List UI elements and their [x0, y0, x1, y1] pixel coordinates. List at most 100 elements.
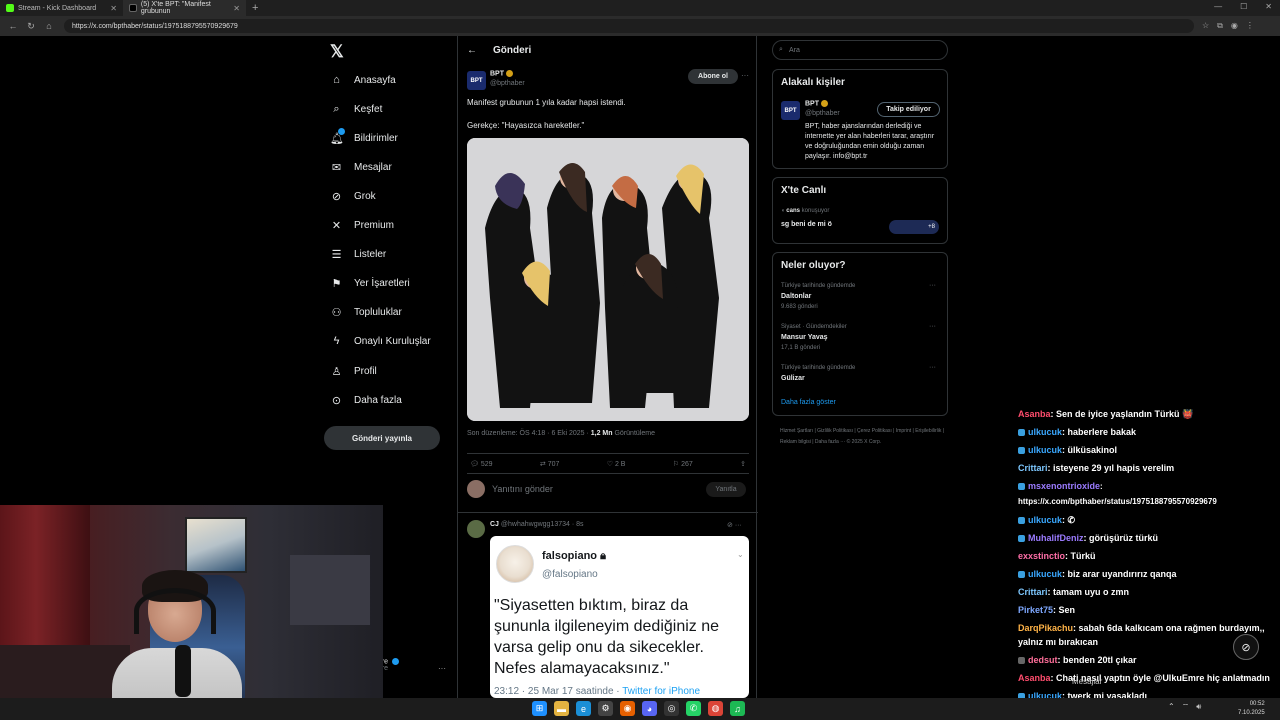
nav-messages[interactable]: ✉ Mesajlar [330, 161, 392, 174]
repost-action[interactable]: ⇄ 707 [540, 460, 560, 468]
nav-communities[interactable]: ⚇ Topluluklar [330, 306, 402, 319]
chat-text: : Türkü [1065, 551, 1096, 561]
edge-icon[interactable]: e [576, 701, 591, 716]
footer-links[interactable]: Hizmet Şartları | Gizlilik Politikası | … [780, 426, 945, 448]
reply-action[interactable]: 💬︎ 529 [470, 460, 493, 468]
nav-bookmarks[interactable]: ⚑ Yer İşaretleri [330, 277, 410, 290]
new-tab-button[interactable]: + [252, 2, 258, 14]
avatar[interactable] [467, 520, 485, 538]
x-logo-icon[interactable]: 𝕏 [330, 42, 344, 62]
quoted-screenshot[interactable]: falsopiano 🔒︎ @falsopiano ⌄ "Siyasetten … [490, 536, 749, 698]
live-host-name[interactable]: cans [786, 208, 800, 214]
tab-kick-dashboard[interactable]: Stream - Kick Dashboard ✕ [0, 0, 123, 16]
related-name[interactable]: BPT [805, 100, 828, 107]
star-icon[interactable]: ☆ [1202, 21, 1209, 31]
repost-icon: ⇄ [539, 460, 546, 468]
window-controls: — ☐ ✕ [1214, 2, 1272, 11]
nav-verified-orgs[interactable]: ϟ Onaylı Kuruluşlar [330, 335, 431, 347]
back-icon[interactable]: ← [8, 21, 18, 31]
nav-notifications[interactable]: 🔔︎ Bildirimler [330, 128, 398, 145]
grok-icon[interactable]: ⊘ [727, 522, 733, 529]
more-options-icon[interactable]: ··· [929, 364, 936, 371]
subscribe-button[interactable]: Abone ol [688, 69, 738, 84]
close-window-icon[interactable]: ✕ [1265, 2, 1272, 11]
extension-icon[interactable]: ⧉ [1217, 21, 1223, 31]
reply-input[interactable]: Yanıtını gönder [492, 484, 553, 494]
sub-badge-icon [1018, 429, 1025, 437]
share-icon[interactable]: ⇪ [740, 460, 746, 468]
chevron-up-icon[interactable]: ⌃ [1168, 702, 1175, 712]
quoted-handle: @falsopiano [542, 569, 598, 580]
close-tab-icon[interactable]: ✕ [110, 4, 117, 13]
live-listeners[interactable]: +8 [889, 220, 939, 234]
bookmark-action[interactable]: ⚐ 267 [673, 460, 693, 468]
nav-home[interactable]: ⌂ Anasayfa [330, 74, 396, 86]
like-action[interactable]: ♡ 2 B [607, 460, 626, 468]
maximize-icon[interactable]: ☐ [1240, 2, 1247, 11]
back-arrow-icon[interactable]: ← [467, 45, 477, 56]
reply-button[interactable]: Yanıtla [706, 482, 746, 497]
close-tab-icon[interactable]: ✕ [233, 4, 240, 13]
file-explorer-icon[interactable]: ▬ [554, 701, 569, 716]
minimize-icon[interactable]: — [1214, 2, 1222, 11]
post-timestamp[interactable]: Son düzenleme: ÖS 4:18 · 6 Eki 2025 · [467, 430, 591, 437]
volume-icon[interactable]: 🔊︎ [1196, 702, 1201, 712]
discord-icon[interactable]: ◕ [642, 701, 657, 716]
nav-grok[interactable]: ⊘ Grok [330, 190, 376, 203]
url-field[interactable]: https://x.com/bpthaber/status/1975188795… [64, 19, 1194, 33]
whatsapp-icon[interactable]: ✆ [686, 701, 701, 716]
chat-message: msxenontrioxide: https://x.com/bpthaber/… [1018, 479, 1280, 509]
avatar[interactable]: BPT [467, 71, 486, 90]
settings-gear-icon[interactable]: ⚙ [598, 701, 613, 716]
person-icon: ♙ [331, 366, 342, 378]
grok-icon: ⊘ [331, 191, 342, 203]
more-options-icon[interactable]: ··· [741, 71, 749, 80]
avatar[interactable]: BPT [781, 101, 800, 120]
nav-lists[interactable]: ☰ Listeler [330, 248, 387, 261]
group-photo-image [467, 138, 749, 421]
more-options-icon[interactable]: ··· [735, 522, 742, 529]
x-favicon-icon [129, 4, 137, 12]
profile-icon[interactable]: ◉ [1231, 21, 1238, 31]
system-clock[interactable]: 00:52 7.10.2025 [1238, 700, 1265, 718]
menu-icon[interactable]: ⋮ [1246, 21, 1254, 31]
show-more-link[interactable]: Daha fazla göster [781, 399, 836, 406]
post-photo[interactable] [467, 138, 749, 421]
nav-profile[interactable]: ♙ Profil [330, 365, 377, 378]
following-button[interactable]: Takip ediliyor [877, 102, 940, 117]
live-space-title[interactable]: sg beni de mi ö [781, 221, 832, 228]
chat-input-label[interactable]: Mesajlar [1072, 677, 1102, 686]
chat-text: : ülküsakinol [1062, 445, 1118, 455]
browser-tab-strip: Stream - Kick Dashboard ✕ (5) X'te BPT: … [0, 0, 1280, 16]
more-options-icon[interactable]: ··· [929, 282, 936, 289]
reload-icon[interactable]: ↻ [26, 21, 36, 32]
trend-category: Türkiye tarihinde gündemde [781, 283, 856, 289]
chat-username: ulkucuk [1028, 569, 1063, 579]
chrome-icon[interactable]: ◍ [708, 701, 723, 716]
network-icon[interactable]: ⌔ [1182, 702, 1190, 712]
chat-message: Asanba: Sen de iyice yaşlandın Türkü 👹 [1018, 405, 1280, 423]
reply-time: · 8s [571, 521, 584, 528]
windows-start-icon[interactable]: ⊞ [532, 701, 547, 716]
author-name[interactable]: BPT [490, 70, 513, 77]
post-button[interactable]: Gönderi yayınla [324, 426, 440, 450]
more-options-icon[interactable]: ··· [929, 323, 936, 330]
nav-explore[interactable]: ⌕ Keşfet [330, 103, 382, 116]
home-icon[interactable]: ⌂ [44, 21, 54, 31]
obs-icon[interactable]: ◎ [664, 701, 679, 716]
nav-premium[interactable]: ✕ Premium [330, 219, 394, 232]
account-more-icon[interactable]: ··· [438, 664, 446, 673]
author-handle[interactable]: @bpthaber [490, 80, 525, 87]
trends-panel: Neler oluyor? Türkiye tarihinde gündemde… [772, 252, 948, 416]
chevron-up-icon[interactable]: ⌃ [1238, 675, 1246, 686]
related-handle[interactable]: @bpthaber [805, 110, 840, 117]
reply-author-name[interactable]: CJ [490, 521, 499, 528]
search-input[interactable]: ⌕ Ara [772, 40, 948, 60]
reply-author-handle[interactable]: @hwhahwgwgg13734 [501, 521, 570, 528]
kick-favicon-icon [6, 4, 14, 12]
tab-x-post[interactable]: (5) X'te BPT: "Manifest grubunun ✕ [123, 0, 246, 16]
spotify-icon[interactable]: ♫ [730, 701, 745, 716]
firefox-icon[interactable]: ◉ [620, 701, 635, 716]
nav-more[interactable]: ⊙ Daha fazla [330, 394, 402, 407]
chat-toggle-button[interactable]: ⊘ [1233, 634, 1259, 660]
